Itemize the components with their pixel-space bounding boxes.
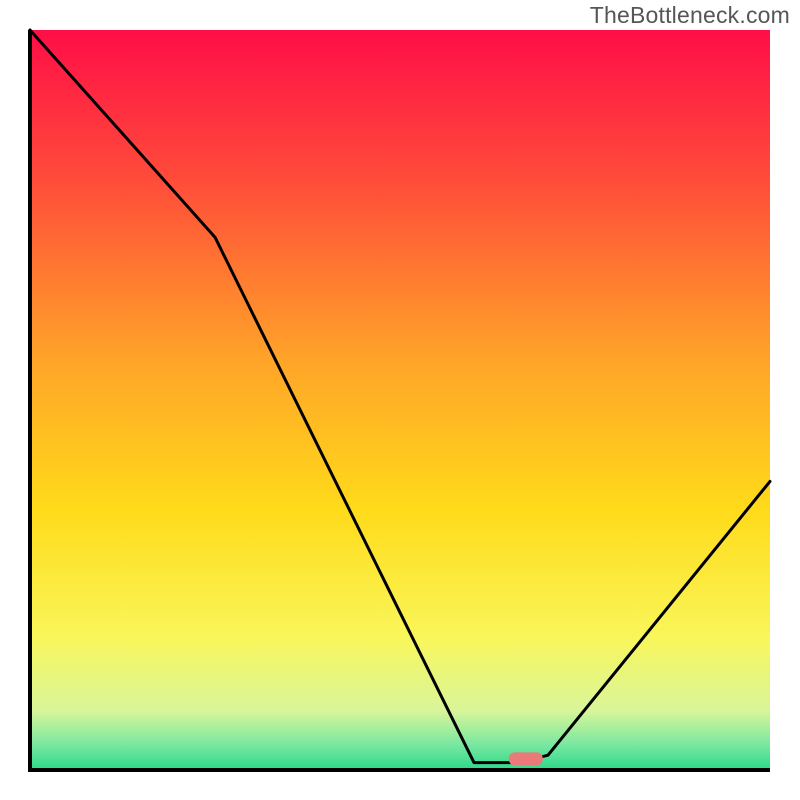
chart-container: TheBottleneck.com [0, 0, 800, 800]
plot-background [30, 30, 770, 770]
optimum-marker [509, 752, 543, 765]
watermark-text: TheBottleneck.com [590, 2, 790, 29]
bottleneck-chart [0, 0, 800, 800]
